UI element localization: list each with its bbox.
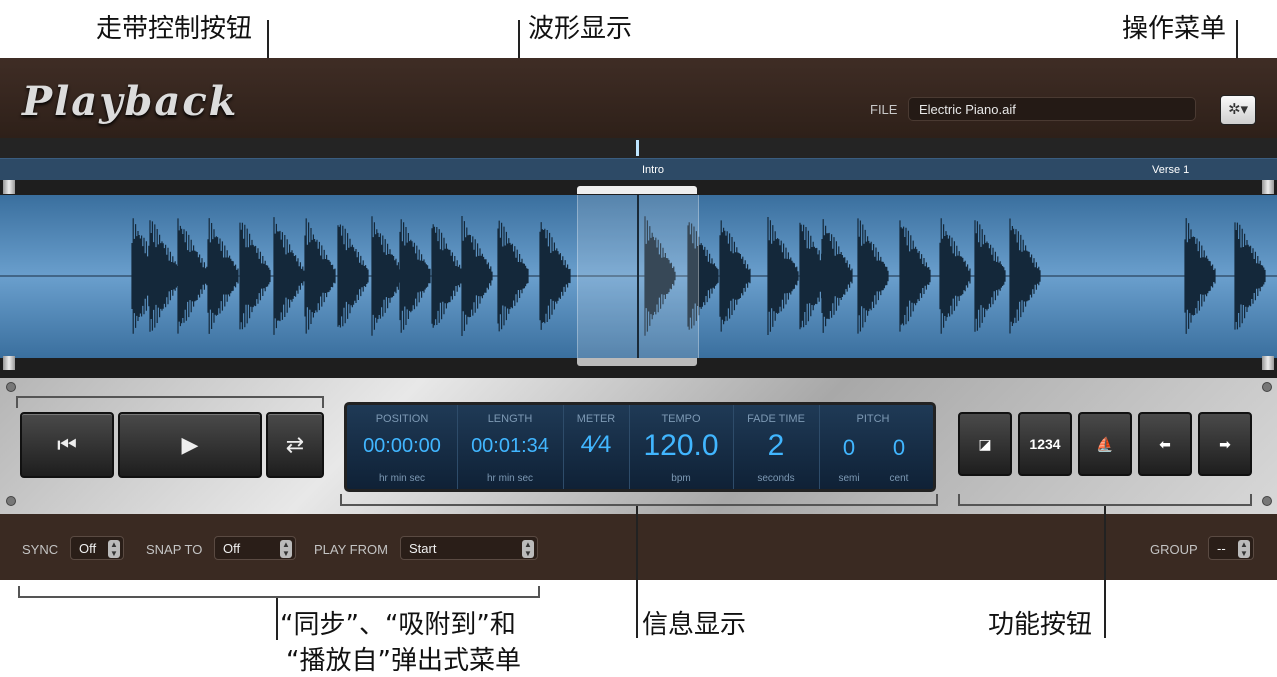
screw [6, 382, 16, 392]
pitch-header: PITCH [856, 413, 890, 425]
callout-waveform: 波形显示 [528, 14, 633, 44]
pitch-semi-value: 0 [842, 435, 856, 460]
snap-to-label: SNAP TO [146, 542, 203, 557]
callout-function-buttons: 功能按钮 [988, 610, 1093, 640]
callout-transport: 走带控制按钮 [96, 14, 253, 44]
screen-icon[interactable]: ◪ [958, 412, 1012, 476]
file-label: FILE [870, 102, 898, 117]
pitch-cent-value: 0 [892, 435, 906, 460]
cycle-button[interactable]: ⇄ [266, 412, 324, 478]
play-from-popup[interactable]: Start ▲ ▼ [400, 536, 538, 560]
position-units: hr min sec [378, 473, 426, 484]
length-units: hr min sec [486, 473, 534, 484]
screw [1262, 496, 1272, 506]
play-icon: ▶ [181, 432, 199, 457]
stepper-icon: ▲ ▼ [108, 540, 120, 558]
stepper-icon: ▲ ▼ [280, 540, 292, 558]
callout-info-display: 信息显示 [642, 610, 747, 640]
lens-cap-top [577, 186, 697, 194]
lens-cap-bottom [577, 358, 697, 366]
length-header: LENGTH [487, 413, 533, 425]
tempo-cell[interactable]: TEMPO 120.0 bpm [629, 405, 734, 489]
marker-intro[interactable]: Intro [642, 164, 664, 176]
sync-label: SYNC [22, 542, 59, 557]
position-cell[interactable]: POSITION 00:00:00 hr min sec [347, 405, 458, 489]
tempo-value: 120.0 [643, 429, 719, 462]
pitch-cell[interactable]: PITCH 0 0 semi cent [819, 405, 927, 489]
header: Playback FILE Electric Piano.aif ✲▾ [0, 58, 1277, 138]
screw [6, 496, 16, 506]
meter-value: 4⁄4 [580, 431, 612, 458]
fade-time-cell[interactable]: FADE TIME 2 seconds [733, 405, 820, 489]
group-popup[interactable]: -- ▲ ▼ [1208, 536, 1254, 560]
pitch-cent-label: cent [889, 473, 909, 484]
file-name-field[interactable]: Electric Piano.aif [908, 97, 1196, 121]
bracket-function [958, 494, 1252, 506]
meter-cell[interactable]: METER 4⁄4 [563, 405, 630, 489]
info-display: POSITION 00:00:00 hr min sec LENGTH 00:0… [344, 402, 936, 492]
callout-popups-line2: “播放自”弹出式菜单 [286, 646, 521, 676]
move-left-icon[interactable]: ⬅ [1138, 412, 1192, 476]
marker-verse-1[interactable]: Verse 1 [1152, 164, 1189, 176]
stepper-icon: ▲ ▼ [522, 540, 534, 558]
skip-to-start-icon: ⏮ [57, 432, 77, 457]
group-label: GROUP [1150, 542, 1198, 557]
fade-time-units: seconds [757, 473, 795, 484]
callout-popups-line1: “同步”、“吸附到”和 [280, 610, 516, 640]
sync-value: Off [79, 541, 97, 556]
waveform-rail-left [0, 180, 18, 378]
pitch-semi-label: semi [838, 473, 860, 484]
play-from-value: Start [409, 541, 437, 556]
play-from-label: PLAY FROM [314, 542, 388, 557]
fade-time-header: FADE TIME [747, 413, 805, 425]
playhead-line [637, 195, 639, 358]
cycle-icon: ⇄ [285, 432, 305, 457]
tempo-units: bpm [671, 473, 691, 484]
move-right-icon[interactable]: ➡ [1198, 412, 1252, 476]
screw [1262, 382, 1272, 392]
fade-time-value: 2 [767, 429, 785, 462]
position-header: POSITION [375, 413, 429, 425]
count-in-icon[interactable]: 1234 [1018, 412, 1072, 476]
metronome-icon[interactable]: ⛵ [1078, 412, 1132, 476]
marker-track[interactable]: Intro Verse 1 [0, 158, 1277, 182]
length-value: 00:01:34 [471, 435, 549, 457]
callout-action-menu: 操作菜单 [1122, 14, 1227, 44]
group-value: -- [1217, 541, 1226, 556]
bracket-popups [18, 586, 540, 598]
snap-to-value: Off [223, 541, 241, 556]
gear-icon[interactable]: ✲▾ [1220, 95, 1256, 125]
waveform-rail-right [1259, 180, 1277, 378]
skip-to-start-button[interactable]: ⏮ [20, 412, 114, 478]
bracket-transport [16, 396, 324, 408]
sync-popup[interactable]: Off ▲ ▼ [70, 536, 124, 560]
play-button[interactable]: ▶ [118, 412, 262, 478]
tempo-header: TEMPO [661, 413, 701, 425]
playhead-marker[interactable] [636, 140, 639, 156]
position-value: 00:00:00 [363, 435, 441, 457]
stepper-icon: ▲ ▼ [1238, 540, 1250, 558]
bracket-info [340, 494, 938, 506]
length-cell[interactable]: LENGTH 00:01:34 hr min sec [457, 405, 564, 489]
snap-to-popup[interactable]: Off ▲ ▼ [214, 536, 296, 560]
bottom-bar: SYNC Off ▲ ▼ SNAP TO Off ▲ ▼ PLAY FROM Start… [0, 514, 1277, 580]
playback-logo: Playback [22, 78, 239, 125]
meter-header: METER [576, 413, 616, 425]
